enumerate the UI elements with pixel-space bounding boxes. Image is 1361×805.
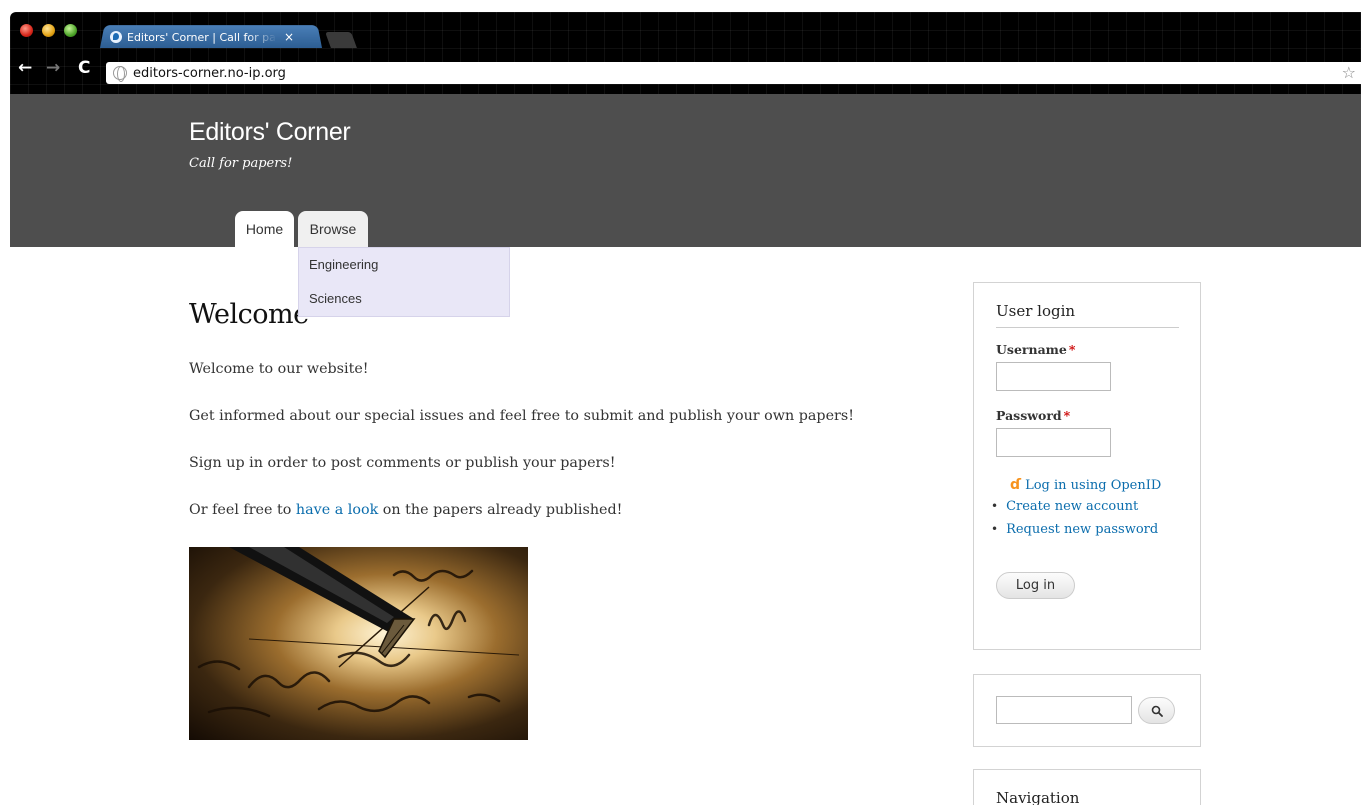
welcome-paragraph: Welcome to our website! [189,361,369,377]
username-input[interactable] [996,362,1111,391]
navigation-block: Navigation [973,769,1201,805]
login-links-list: Create new account Request new password [991,495,1200,541]
browse-paragraph-prefix: Or feel free to [189,502,296,518]
search-button[interactable] [1138,697,1175,724]
username-label: Username * [996,342,1200,357]
maximize-window-button[interactable] [64,24,77,37]
browser-toolbar: ← → C editors-corner.no-ip.org ☆ [10,48,1361,94]
close-window-button[interactable] [20,24,33,37]
star-icon[interactable]: ☆ [1342,63,1356,82]
openid-login-link[interactable]: ɗ Log in using OpenID [1010,477,1200,493]
dropdown-item-engineering[interactable]: Engineering [299,248,509,282]
have-a-look-link[interactable]: have a look [296,502,378,518]
password-label-text: Password [996,408,1062,423]
globe-icon [113,66,127,82]
menu-tab-browse[interactable]: Browse [298,211,368,247]
browse-paragraph: Or feel free to have a look on the paper… [189,497,889,523]
search-icon [1151,705,1163,717]
request-password-link[interactable]: Request new password [991,518,1200,541]
menu-tab-home[interactable]: Home [235,211,294,247]
forward-arrow-icon[interactable]: → [46,58,60,78]
password-required-mark: * [1063,408,1071,423]
browse-dropdown-menu: Engineering Sciences [298,247,510,317]
site-header: Editors' Corner Call for papers! Home Br… [10,94,1361,247]
search-input[interactable] [996,696,1132,724]
info-paragraph: Get informed about our special issues an… [189,408,854,424]
dropdown-item-sciences[interactable]: Sciences [299,282,509,316]
password-input[interactable] [996,428,1111,457]
login-button[interactable]: Log in [996,572,1075,599]
password-label: Password * [996,408,1200,423]
drupal-favicon-icon [110,31,122,43]
navigation-title: Navigation [996,789,1080,805]
fountain-pen-illustration [197,547,520,718]
openid-link-text: Log in using OpenID [1025,477,1162,493]
main-content: Welcome Welcome to our website! Get info… [189,299,889,523]
tab-close-icon[interactable]: × [284,30,294,44]
address-bar[interactable]: editors-corner.no-ip.org ☆ [106,62,1361,84]
signup-paragraph: Sign up in order to post comments or pub… [189,455,616,471]
page-title: Welcome [189,299,309,330]
create-account-link[interactable]: Create new account [991,495,1200,518]
web-page: Editors' Corner Call for papers! Home Br… [10,94,1361,805]
search-block [973,674,1201,747]
username-required-mark: * [1068,342,1076,357]
reload-icon[interactable]: C [78,58,90,78]
url-text: editors-corner.no-ip.org [133,65,286,81]
new-tab-button[interactable] [325,32,357,48]
back-arrow-icon[interactable]: ← [18,58,32,78]
username-label-text: Username [996,342,1067,357]
site-slogan: Call for papers! [189,156,293,171]
tab-title: Editors' Corner | Call for papers! [127,30,277,44]
minimize-window-button[interactable] [42,24,55,37]
openid-icon: ɗ [1010,477,1022,493]
site-name[interactable]: Editors' Corner [189,118,351,147]
browser-tab-content[interactable]: Editors' Corner | Call for papers! × [110,27,315,47]
user-login-title: User login [996,302,1179,328]
browse-paragraph-suffix: on the papers already published! [378,502,623,518]
fountain-pen-image [189,547,528,740]
user-login-block: User login Username * Password * ɗ Log in … [973,282,1201,650]
browser-chrome: Editors' Corner | Call for papers! × ← →… [10,12,1361,94]
